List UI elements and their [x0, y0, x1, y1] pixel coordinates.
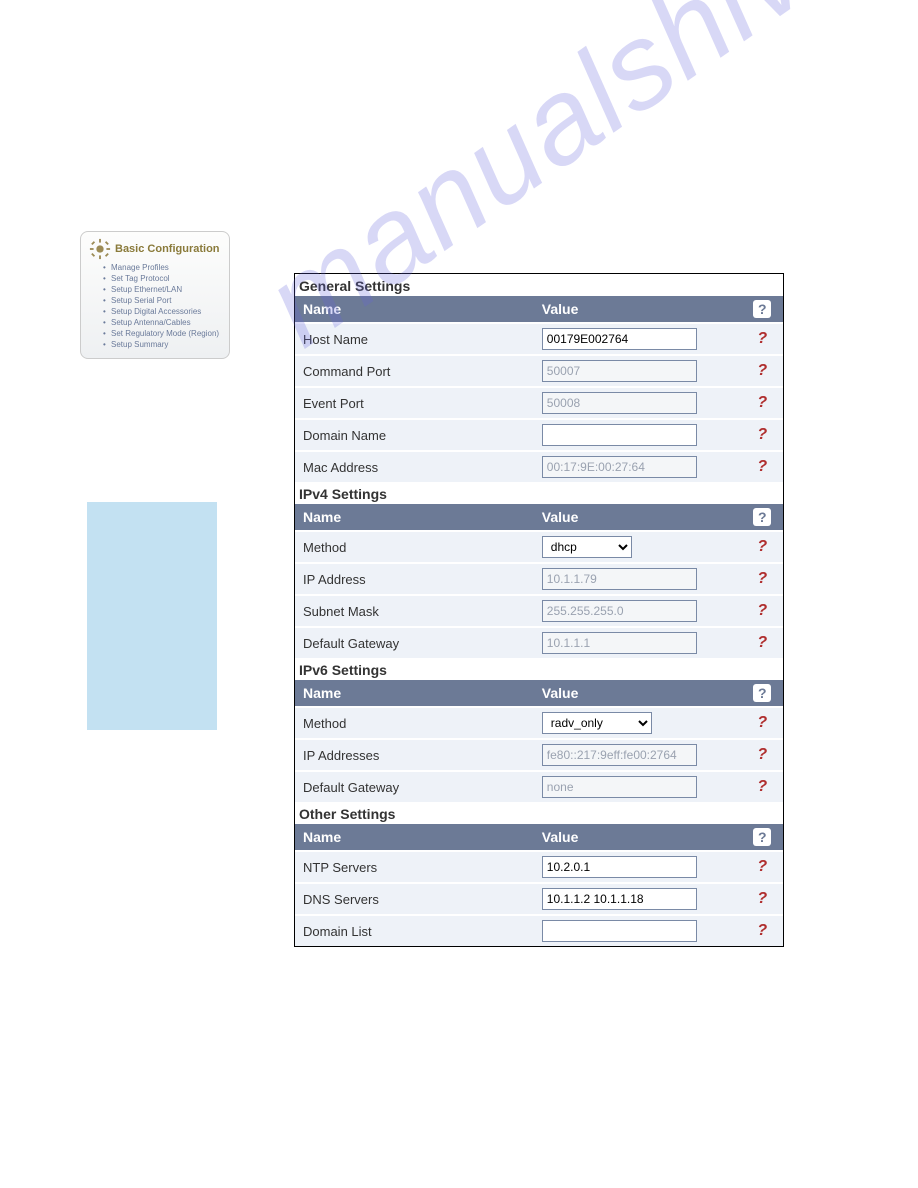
- label-command-port: Command Port: [295, 355, 534, 387]
- help-icon[interactable]: ?: [757, 746, 767, 763]
- select-ipv4-method[interactable]: dhcp: [542, 536, 632, 558]
- sidebar-item-set-regulatory-mode[interactable]: Set Regulatory Mode (Region): [111, 328, 221, 339]
- label-ntp-servers: NTP Servers: [295, 851, 534, 883]
- help-icon[interactable]: ?: [757, 778, 767, 795]
- col-header-help: ?: [741, 504, 783, 531]
- help-icon[interactable]: ?: [757, 538, 767, 555]
- help-icon[interactable]: ?: [757, 362, 767, 379]
- col-header-value: Value: [534, 680, 742, 707]
- col-header-name: Name: [295, 296, 534, 323]
- gear-icon: [89, 238, 111, 260]
- col-header-name: Name: [295, 680, 534, 707]
- help-header-icon: ?: [753, 684, 771, 702]
- help-icon[interactable]: ?: [757, 714, 767, 731]
- help-header-icon: ?: [753, 300, 771, 318]
- help-icon[interactable]: ?: [757, 602, 767, 619]
- label-domain-list: Domain List: [295, 915, 534, 946]
- help-icon[interactable]: ?: [757, 394, 767, 411]
- settings-panel: General Settings Name Value ? Host Name …: [294, 273, 784, 947]
- section-title-general: General Settings: [295, 274, 783, 296]
- help-icon[interactable]: ?: [757, 458, 767, 475]
- input-ipv4-default-gateway: [542, 632, 697, 654]
- input-host-name[interactable]: [542, 328, 697, 350]
- sidebar-item-manage-profiles[interactable]: Manage Profiles: [111, 262, 221, 273]
- input-event-port: [542, 392, 697, 414]
- input-ipv6-default-gateway: [542, 776, 697, 798]
- ipv4-settings-table: Name Value ? Method dhcp ? IP Address ? …: [295, 504, 783, 658]
- input-ipv4-subnet-mask: [542, 600, 697, 622]
- label-mac-address: Mac Address: [295, 451, 534, 482]
- input-command-port: [542, 360, 697, 382]
- label-ipv4-method: Method: [295, 531, 534, 563]
- col-header-name: Name: [295, 504, 534, 531]
- input-dns-servers[interactable]: [542, 888, 697, 910]
- col-header-help: ?: [741, 296, 783, 323]
- col-header-value: Value: [534, 824, 742, 851]
- other-settings-table: Name Value ? NTP Servers ? DNS Servers ?…: [295, 824, 783, 946]
- sidebar-item-set-tag-protocol[interactable]: Set Tag Protocol: [111, 273, 221, 284]
- help-icon[interactable]: ?: [757, 634, 767, 651]
- input-ipv6-ip-addresses: [542, 744, 697, 766]
- section-title-other: Other Settings: [295, 802, 783, 824]
- section-title-ipv6: IPv6 Settings: [295, 658, 783, 680]
- input-ntp-servers[interactable]: [542, 856, 697, 878]
- col-header-help: ?: [741, 680, 783, 707]
- section-title-ipv4: IPv4 Settings: [295, 482, 783, 504]
- help-header-icon: ?: [753, 828, 771, 846]
- label-ipv6-method: Method: [295, 707, 534, 739]
- help-icon[interactable]: ?: [757, 570, 767, 587]
- label-dns-servers: DNS Servers: [295, 883, 534, 915]
- sidebar-item-setup-antenna-cables[interactable]: Setup Antenna/Cables: [111, 317, 221, 328]
- label-ipv6-default-gateway: Default Gateway: [295, 771, 534, 802]
- select-ipv6-method[interactable]: radv_only: [542, 712, 652, 734]
- help-icon[interactable]: ?: [757, 890, 767, 907]
- help-icon[interactable]: ?: [757, 330, 767, 347]
- decorative-block: [87, 502, 217, 730]
- help-icon[interactable]: ?: [757, 922, 767, 939]
- input-mac-address: [542, 456, 697, 478]
- label-ipv6-ip-addresses: IP Addresses: [295, 739, 534, 771]
- sidebar-item-setup-ethernet-lan[interactable]: Setup Ethernet/LAN: [111, 284, 221, 295]
- col-header-value: Value: [534, 296, 742, 323]
- general-settings-table: Name Value ? Host Name ? Command Port ? …: [295, 296, 783, 482]
- col-header-name: Name: [295, 824, 534, 851]
- help-icon[interactable]: ?: [757, 426, 767, 443]
- sidebar-item-setup-summary[interactable]: Setup Summary: [111, 339, 221, 350]
- col-header-help: ?: [741, 824, 783, 851]
- label-domain-name: Domain Name: [295, 419, 534, 451]
- sidebar-item-setup-serial-port[interactable]: Setup Serial Port: [111, 295, 221, 306]
- help-icon[interactable]: ?: [757, 858, 767, 875]
- label-ipv4-ip-address: IP Address: [295, 563, 534, 595]
- col-header-value: Value: [534, 504, 742, 531]
- ipv6-settings-table: Name Value ? Method radv_only ? IP Addre…: [295, 680, 783, 802]
- label-ipv4-default-gateway: Default Gateway: [295, 627, 534, 658]
- sidebar-basic-configuration: Basic Configuration Manage Profiles Set …: [80, 231, 230, 359]
- input-domain-name[interactable]: [542, 424, 697, 446]
- sidebar-title: Basic Configuration: [115, 243, 220, 255]
- help-header-icon: ?: [753, 508, 771, 526]
- label-host-name: Host Name: [295, 323, 534, 355]
- input-domain-list[interactable]: [542, 920, 697, 942]
- label-ipv4-subnet-mask: Subnet Mask: [295, 595, 534, 627]
- label-event-port: Event Port: [295, 387, 534, 419]
- sidebar-item-setup-digital-accessories[interactable]: Setup Digital Accessories: [111, 306, 221, 317]
- input-ipv4-ip-address: [542, 568, 697, 590]
